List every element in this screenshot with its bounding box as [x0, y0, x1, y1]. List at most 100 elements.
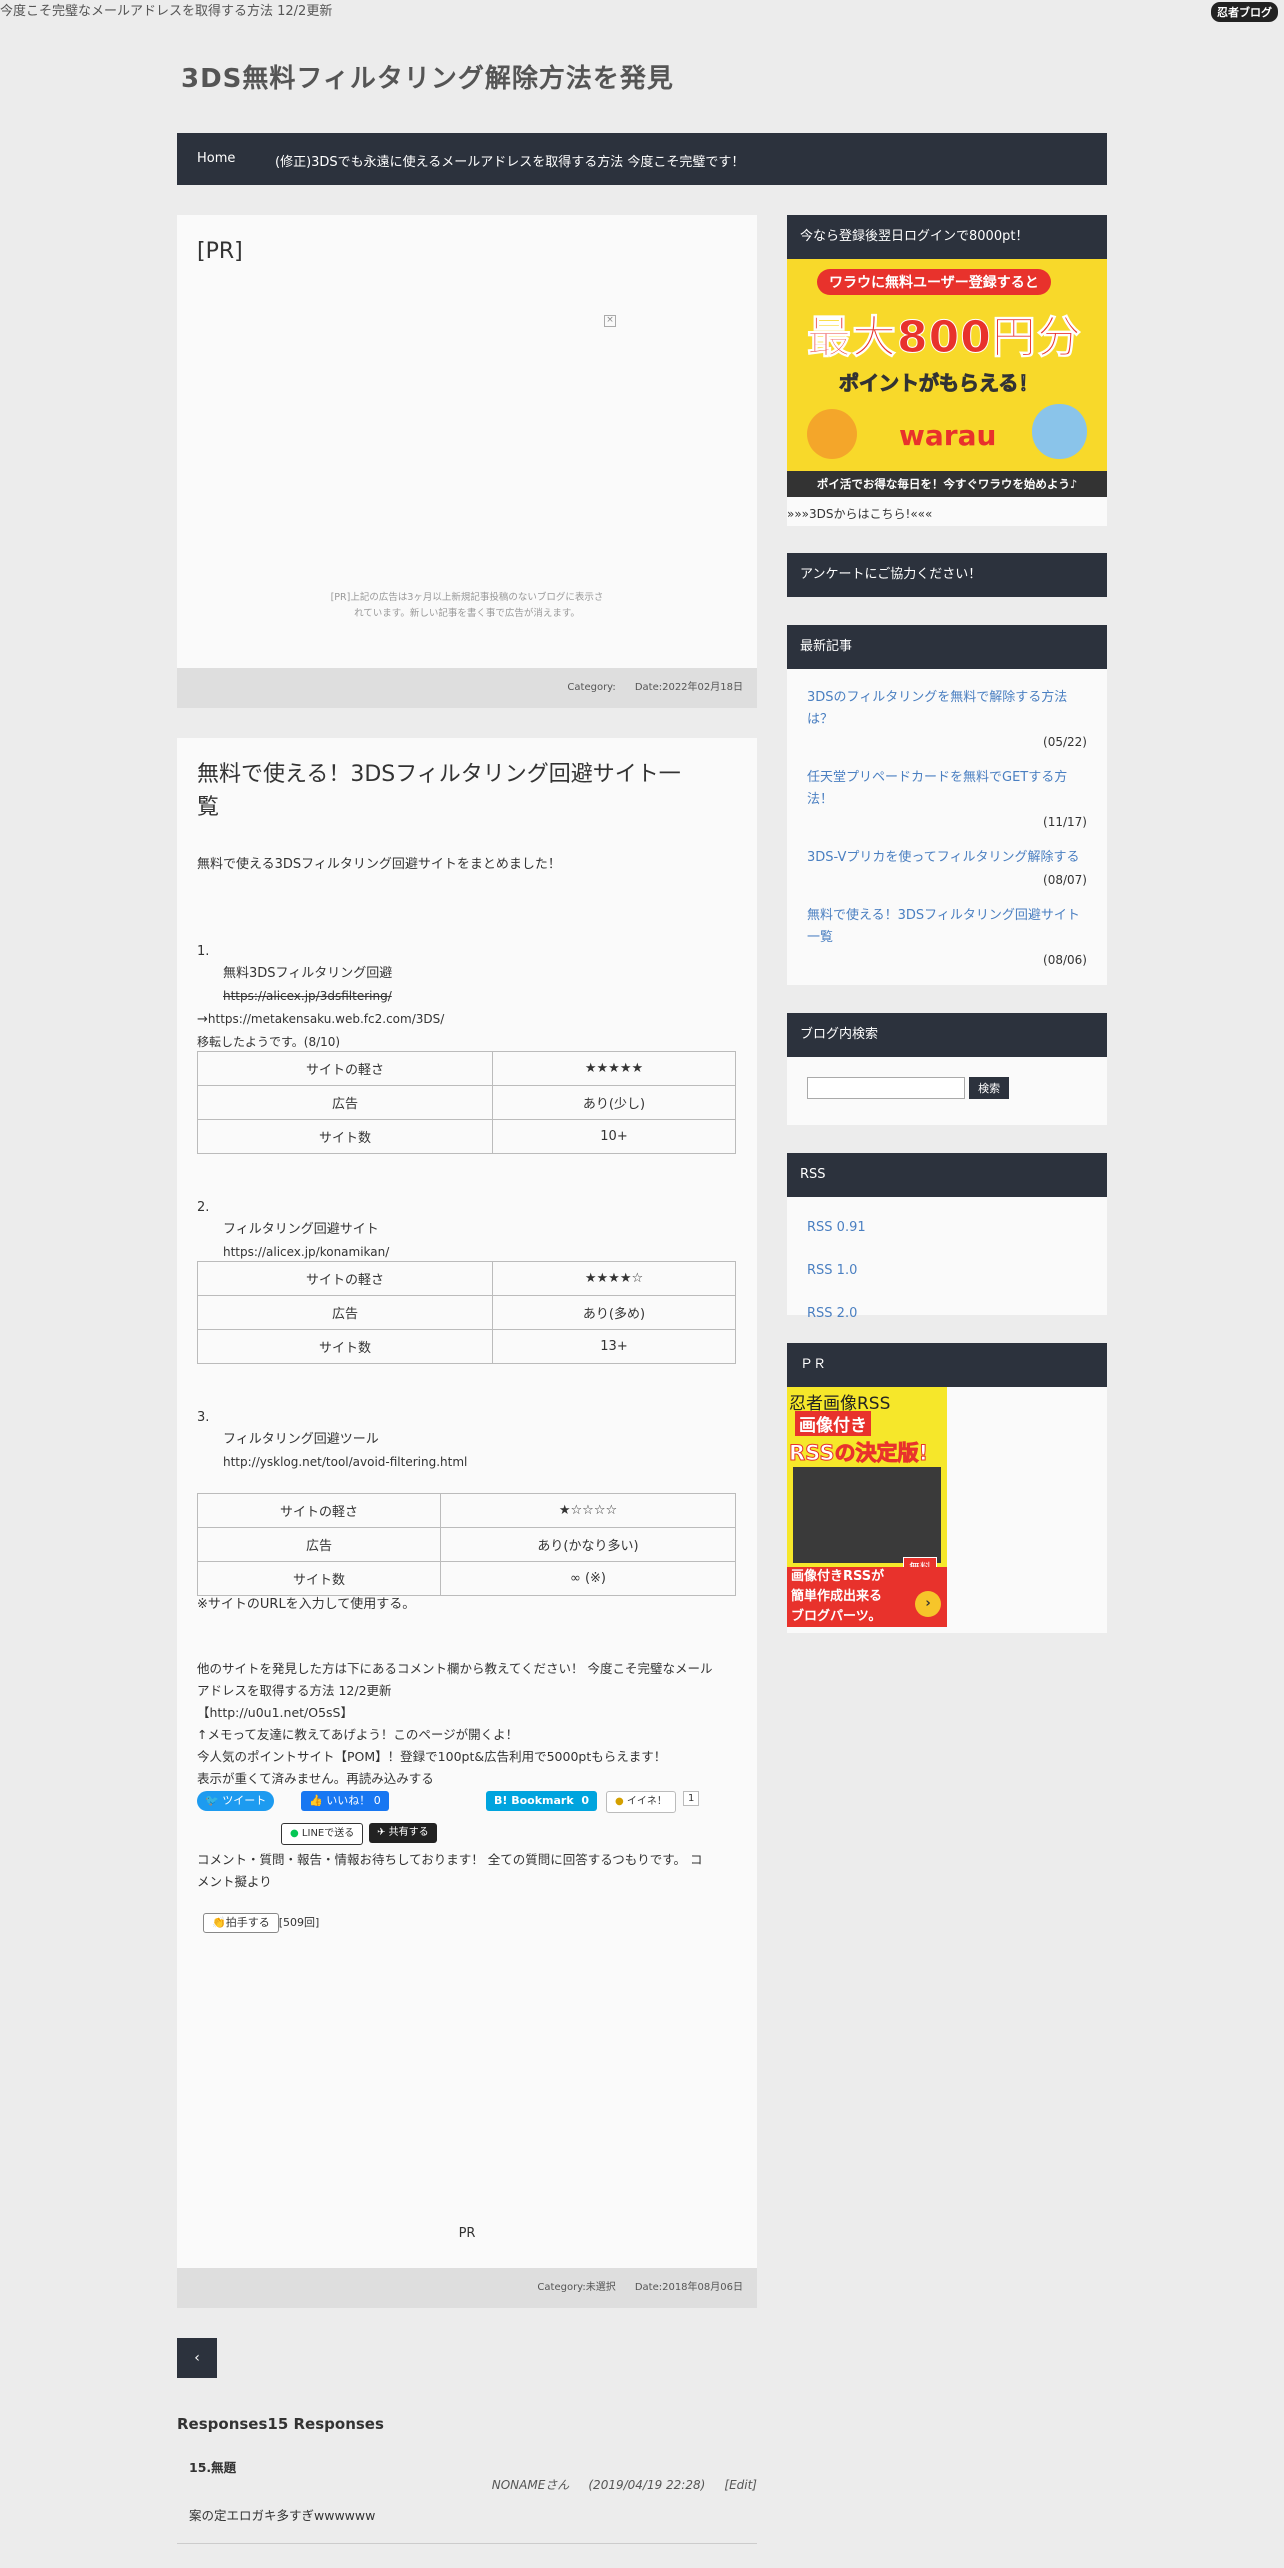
response-edit-link[interactable]: [Edit] — [724, 2478, 757, 2492]
article-post: 無料で使える！3DSフィルタリング回避サイト一 覧 無料で使える3DSフィルタリ… — [177, 738, 757, 2308]
nav-home[interactable]: Home — [197, 151, 235, 166]
bookmark-label: B! Bookmark — [494, 1794, 574, 1807]
rss-091-link[interactable]: RSS 0.91 — [807, 1220, 866, 1235]
table-cell: あり(かなり多い) — [440, 1527, 736, 1562]
top-tagline[interactable]: 今度こそ完璧なメールアドレスを取得する方法 12/2更新 — [0, 0, 332, 19]
spec-table-3: サイトの軽さ ★☆☆☆☆ 広告 あり(かなり多い) サイト数 ∞ (※) — [197, 1493, 736, 1596]
hatena-bookmark-button[interactable]: B! Bookmark 0 — [486, 1791, 597, 1811]
item-url[interactable]: https://alicex.jp/konamikan/ — [223, 1245, 389, 1259]
post-date: Date:2018年08月06日 — [634, 2282, 743, 2293]
clap-button[interactable]: 👏拍手する — [203, 1913, 279, 1933]
other-article-link[interactable]: 今度こそ完璧なメール — [588, 1661, 713, 1676]
site-title[interactable]: 3DS無料フィルタリング解除方法を発見 — [181, 58, 674, 95]
recent-post-link[interactable]: 3DSのフィルタリングを無料で解除する方法は？ — [807, 690, 1067, 727]
table-cell: ★★★★☆ — [492, 1261, 736, 1296]
search-button[interactable]: 検索 — [969, 1077, 1010, 1099]
rss-20-link[interactable]: RSS 2.0 — [807, 1306, 857, 1321]
spec-table-2: サイトの軽さ ★★★★☆ 広告 あり(多め) サイト数 13+ — [197, 1261, 736, 1364]
pr-banner-line-3: RSSの決定版! — [788, 1441, 929, 1466]
memo-text: ↑メモって友達に教えてあげよう！このページが開くよ！ — [197, 1727, 519, 1742]
item-number: 2. — [197, 1200, 210, 1215]
table-row: サイトの軽さ ★★★★☆ — [197, 1261, 736, 1296]
table-cell: ★☆☆☆☆ — [440, 1493, 736, 1528]
item-note: 移転したようです。(8/10) — [197, 1035, 341, 1049]
recent-post-link[interactable]: 任天堂プリペードカードを無料でGETする方法！ — [807, 770, 1067, 807]
reload-link[interactable]: 再読み込みする — [346, 1771, 434, 1786]
widget-title: 最新記事 — [787, 625, 1107, 669]
rabbit-character-icon — [807, 409, 857, 459]
table-row: サイトの軽さ ★★★★★ — [197, 1051, 736, 1086]
fb-like-button[interactable]: 👍 いいね！ 0 — [301, 1791, 389, 1811]
response-title: 15.無題 — [189, 2460, 237, 2475]
warau-logo: warau — [899, 419, 997, 452]
table-cell: ∞ (※) — [440, 1561, 736, 1596]
banner-line-4: ポイ活でお得な毎日を！今すぐワラウを始めよう♪ — [787, 471, 1107, 497]
character-icon — [1032, 404, 1087, 459]
line-share-button[interactable]: ● LINEで送る — [281, 1823, 364, 1845]
widget-survey: アンケートにご協力ください！ — [787, 553, 1107, 597]
pr-post-title: [PR] — [197, 239, 243, 264]
slow-text: 表示が重くて済みません。 — [197, 1771, 347, 1786]
search-form: 検索 — [787, 1057, 1107, 1119]
table-cell: 13+ — [492, 1329, 736, 1364]
share-button[interactable]: ✈ 共有する — [369, 1823, 437, 1843]
widget-pr: ＰＲ 忍者画像RSS 画像付き RSSの決定版! 無料 画像付きRSSが 簡単作… — [787, 1343, 1107, 1633]
table-cell: サイト数 — [197, 1119, 493, 1154]
ninja-rss-banner[interactable]: 忍者画像RSS 画像付き RSSの決定版! 無料 画像付きRSSが 簡単作成出来… — [787, 1387, 947, 1627]
pr-banner-line-2: 画像付き — [795, 1411, 871, 1436]
table-cell: サイトの軽さ — [197, 1261, 493, 1296]
nav-article[interactable]: (修正)3DSでも永遠に使えるメールアドレスを取得する方法 今度こそ完璧です！ — [275, 151, 744, 170]
3ds-link[interactable]: »»»3DSからはこちら!««« — [787, 497, 1107, 526]
recent-post-item: 任天堂プリペードカードを無料でGETする方法！ (11/17) — [807, 767, 1087, 833]
item-url-new[interactable]: https://metakensaku.web.fc2.com/3DS/ — [208, 1012, 444, 1026]
search-input[interactable] — [807, 1077, 965, 1099]
rss-10-link[interactable]: RSS 1.0 — [807, 1263, 857, 1278]
item-name: フィルタリング回避ツール — [223, 1432, 379, 1447]
table-cell: サイトの軽さ — [197, 1051, 493, 1086]
main-column: [PR] × [PR]上記の広告は3ヶ月以上新規記事投稿のないブログに表示さ れ… — [177, 215, 757, 2544]
clap-area: 👏拍手する [509回] — [203, 1913, 319, 1933]
response-meta: NONAMEさん (2019/04/19 22:28) [Edit] — [492, 2476, 757, 2493]
banner-line-3: ポイントがもらえる！ — [838, 371, 1039, 396]
tweet-button[interactable]: 🐦 ツイート — [197, 1791, 275, 1811]
item-url-old[interactable]: https://alicex.jp/3dsfiltering/ — [223, 989, 392, 1003]
responses-heading: Responses15 Responses — [177, 2415, 384, 2433]
ad-notice-line-2: れています。新しい記事を書く事で広告が消えます。 — [354, 608, 580, 619]
iine-count: 1 — [683, 1791, 700, 1806]
ninja-blog-logo[interactable]: 忍者ブログ — [1211, 2, 1278, 22]
item-name: フィルタリング回避サイト — [223, 1222, 379, 1237]
table-row: サイトの軽さ ★☆☆☆☆ — [197, 1493, 736, 1528]
item-url[interactable]: http://ysklog.net/tool/avoid-filtering.h… — [223, 1455, 467, 1469]
widget-warau: 今なら登録後翌日ログインで8000pt！ ワラウに無料ユーザー登録すると 最大8… — [787, 215, 1107, 526]
other-sites-text: 他のサイトを発見した方は下にあるコメント欄から教えてください！ — [197, 1661, 584, 1676]
warau-banner[interactable]: ワラウに無料ユーザー登録すると 最大800円分 ポイントがもらえる！ warau… — [787, 259, 1107, 497]
response-date: (2019/04/19 22:28) — [588, 2478, 706, 2492]
prev-page-button[interactable]: ‹ — [177, 2338, 217, 2378]
recent-post-date: (08/07) — [1043, 873, 1087, 887]
item-number: 3. — [197, 1410, 210, 1425]
social-row-1: 🐦 ツイート 👍 いいね！ 0 B! Bookmark 0 ● イイネ！ 1 — [197, 1791, 737, 1813]
twitter-bird-icon: 🐦 — [205, 1794, 219, 1807]
short-url: 【http://u0u1.net/O5sS】 — [197, 1705, 353, 1720]
widget-rss: RSS RSS 0.91 RSS 1.0 RSS 2.0 — [787, 1153, 1107, 1321]
promo-link[interactable]: 今人気のポイントサイト【POM】！登録で100pt&広告利用で5000ptもらえ… — [197, 1749, 666, 1764]
table-cell: ★★★★★ — [492, 1051, 736, 1086]
response-item: 15.無題 NONAMEさん (2019/04/19 22:28) [Edit]… — [177, 2447, 757, 2544]
table-cell: サイトの軽さ — [197, 1493, 441, 1528]
comment-request: コメント・質問・報告・情報お待ちしております！ 全ての質問に回答するつもりです。… — [197, 1849, 737, 1893]
other-article-link-cont[interactable]: アドレスを取得する方法 12/2更新 — [197, 1683, 392, 1698]
iine-label: イイネ！ — [626, 1796, 667, 1807]
recent-post-item: 3DS-Vプリカを使ってフィルタリング解除する (08/07) — [807, 847, 1087, 891]
recent-post-date: (11/17) — [1043, 815, 1087, 829]
arrow-right-icon: › — [915, 1591, 941, 1617]
recent-post-link[interactable]: 無料で使える！3DSフィルタリング回避サイト一覧 — [807, 908, 1080, 945]
mixi-icon: ● — [615, 1796, 624, 1807]
bookmark-count: 0 — [581, 1794, 589, 1807]
like-label: いいね！ 0 — [326, 1794, 381, 1807]
iine-button[interactable]: ● イイネ！ — [606, 1791, 676, 1813]
widget-title[interactable]: アンケートにご協力ください！ — [787, 553, 1107, 597]
ad-close-icon[interactable]: × — [604, 315, 616, 327]
response-author: NONAMEさん — [491, 2478, 570, 2492]
banner-line-1: ワラウに無料ユーザー登録すると — [817, 269, 1051, 295]
recent-post-link[interactable]: 3DS-Vプリカを使ってフィルタリング解除する — [807, 850, 1079, 865]
